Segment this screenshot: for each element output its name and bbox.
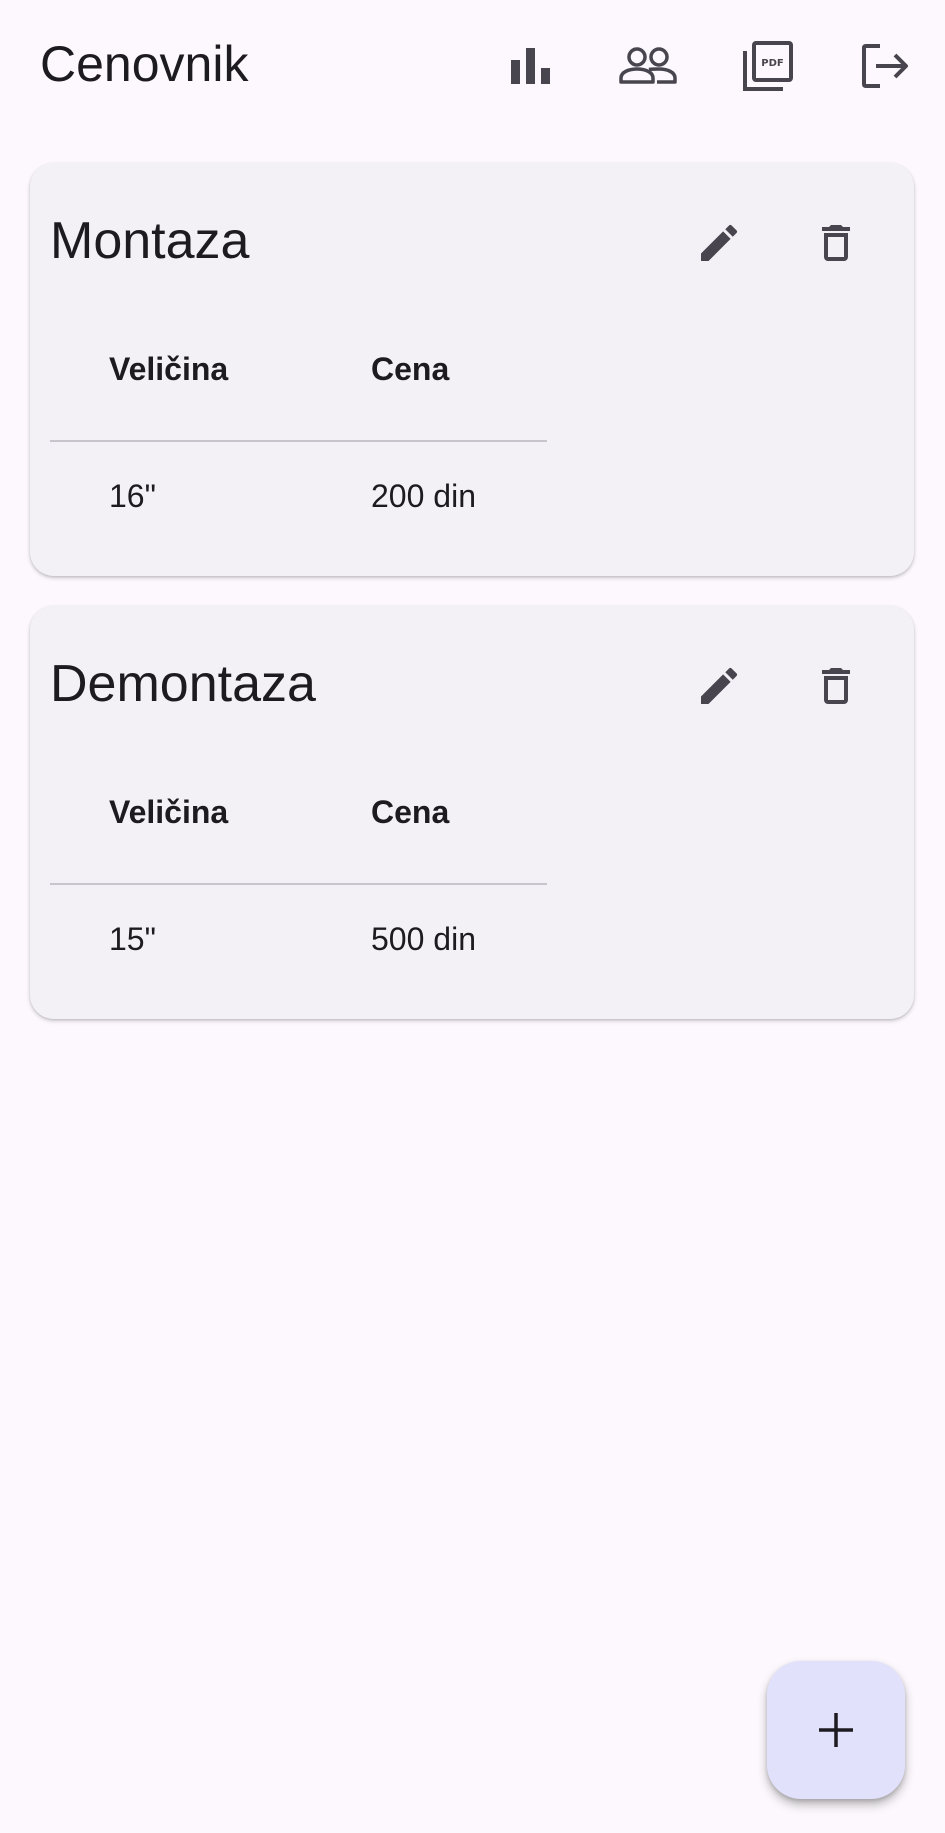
logout-button[interactable]: [855, 36, 915, 96]
table-divider: [50, 440, 547, 442]
edit-button[interactable]: [683, 207, 755, 279]
app-bar: Cenovnik PDF: [0, 0, 945, 132]
statistics-button[interactable]: [501, 36, 561, 96]
users-button[interactable]: [618, 36, 678, 96]
column-header-size: Veličina: [109, 794, 229, 830]
table-cell-price: 200 din: [371, 478, 476, 514]
svg-text:PDF: PDF: [761, 58, 783, 69]
delete-button[interactable]: [800, 207, 872, 279]
edit-button[interactable]: [683, 650, 755, 722]
edit-icon: [701, 667, 738, 704]
logout-icon: [862, 44, 908, 88]
table-cell-size: 16": [109, 478, 156, 514]
delete-button[interactable]: [800, 650, 872, 722]
add-button[interactable]: [767, 1661, 905, 1799]
price-card: Demontaza Veličina Cena 15" 500 din: [30, 606, 914, 1019]
table-cell-price: 500 din: [371, 921, 476, 957]
table-cell-size: 15": [109, 921, 156, 957]
trash-icon: [822, 668, 850, 704]
table-divider: [50, 883, 547, 885]
trash-icon: [822, 225, 850, 261]
column-header-size: Veličina: [109, 351, 229, 387]
pdf-export-button[interactable]: PDF: [738, 36, 798, 96]
people-icon: [619, 47, 677, 84]
price-card: Montaza Veličina Cena 16" 200 din: [30, 163, 914, 576]
card-title: Demontaza: [50, 655, 316, 713]
bar-chart-icon: [511, 48, 550, 84]
edit-icon: [701, 224, 738, 261]
page-title: Cenovnik: [40, 36, 249, 92]
pdf-icon: PDF: [743, 41, 793, 91]
column-header-price: Cena: [371, 794, 450, 830]
add-icon: [819, 1713, 853, 1747]
card-title: Montaza: [50, 212, 250, 270]
column-header-price: Cena: [371, 351, 450, 387]
